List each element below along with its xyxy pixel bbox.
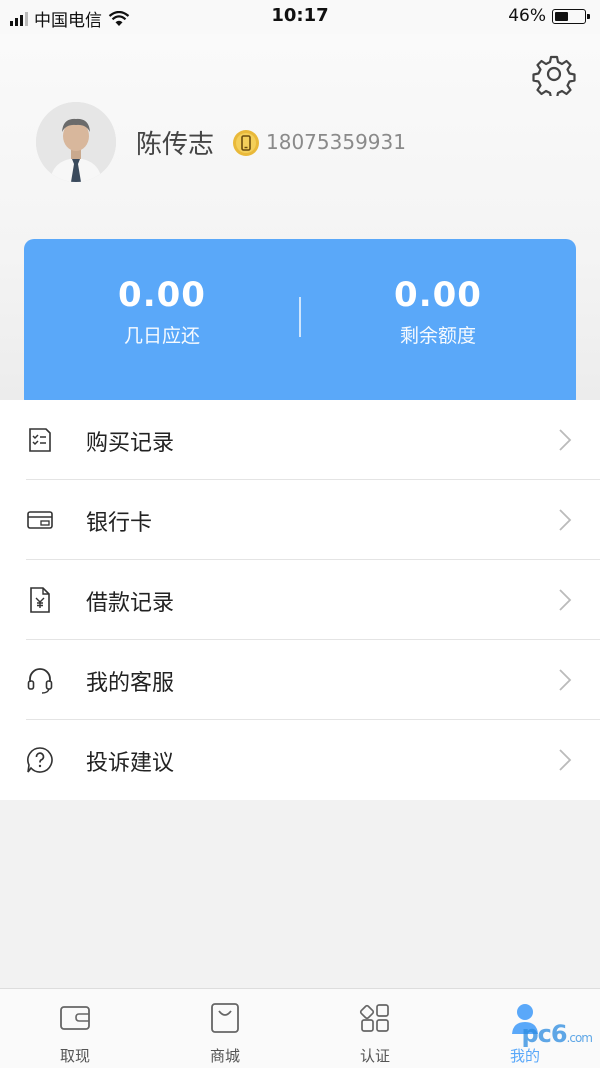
summary-card: 0.00 几日应还 0.00 剩余额度 [24, 239, 576, 409]
remaining-credit-stat[interactable]: 0.00 剩余额度 [300, 275, 576, 348]
tab-verify[interactable]: 认证 [300, 989, 450, 1068]
headset-icon [27, 668, 53, 694]
menu-label-bank-card: 银行卡 [86, 511, 153, 536]
grid-icon [359, 1004, 389, 1032]
menu-label-feedback: 投诉建议 [86, 751, 175, 776]
chevron-right-icon [559, 749, 572, 771]
tab-label-withdraw: 取现 [59, 1047, 90, 1065]
menu-label-customer-service: 我的客服 [86, 671, 175, 696]
chevron-right-icon [559, 589, 572, 611]
due-amount: 0.00 [118, 275, 206, 315]
watermark-logo: pc6.com [521, 1020, 593, 1048]
menu-label-loan-record: 借款记录 [86, 591, 175, 616]
status-bar: 中国电信 10:17 46% [0, 0, 600, 34]
menu-list: 购买记录 银行卡 借款记录 我的客服 投诉建议 [0, 400, 600, 800]
purchase-record-icon [29, 428, 51, 452]
question-icon [27, 747, 53, 773]
username: 陈传志 [136, 130, 215, 160]
tab-label-mine: 我的 [509, 1047, 540, 1065]
settings-gear-icon[interactable] [532, 52, 576, 96]
bottom-tab-bar: 取现 商城 认证 我的 [0, 988, 600, 1068]
menu-item-bank-card[interactable]: 银行卡 [0, 480, 600, 560]
menu-label-purchase-record: 购买记录 [86, 431, 175, 456]
tab-mall[interactable]: 商城 [150, 989, 300, 1068]
remaining-credit-amount: 0.00 [394, 275, 482, 315]
loan-record-icon [30, 587, 50, 613]
status-right: 46% [508, 6, 590, 26]
chevron-right-icon [559, 429, 572, 451]
avatar-person-icon [36, 102, 116, 182]
due-stat[interactable]: 0.00 几日应还 [24, 275, 300, 348]
menu-item-purchase-record[interactable]: 购买记录 [0, 400, 600, 480]
menu-item-loan-record[interactable]: 借款记录 [0, 560, 600, 640]
avatar[interactable] [36, 102, 116, 182]
menu-item-feedback[interactable]: 投诉建议 [0, 720, 600, 800]
battery-icon [552, 8, 590, 24]
shopping-bag-icon [211, 1003, 239, 1033]
battery-percent: 46% [508, 6, 546, 26]
tab-label-verify: 认证 [359, 1047, 390, 1065]
menu-item-customer-service[interactable]: 我的客服 [0, 640, 600, 720]
remaining-credit-label: 剩余额度 [399, 325, 476, 347]
tab-label-mall: 商城 [209, 1047, 240, 1065]
wallet-icon [60, 1006, 90, 1030]
phone-verified-badge-icon [233, 130, 259, 156]
phone-number: 18075359931 [266, 130, 406, 154]
tab-withdraw[interactable]: 取现 [0, 989, 150, 1068]
chevron-right-icon [559, 669, 572, 691]
bank-card-icon [27, 511, 53, 529]
due-label: 几日应还 [123, 325, 200, 347]
chevron-right-icon [559, 509, 572, 531]
